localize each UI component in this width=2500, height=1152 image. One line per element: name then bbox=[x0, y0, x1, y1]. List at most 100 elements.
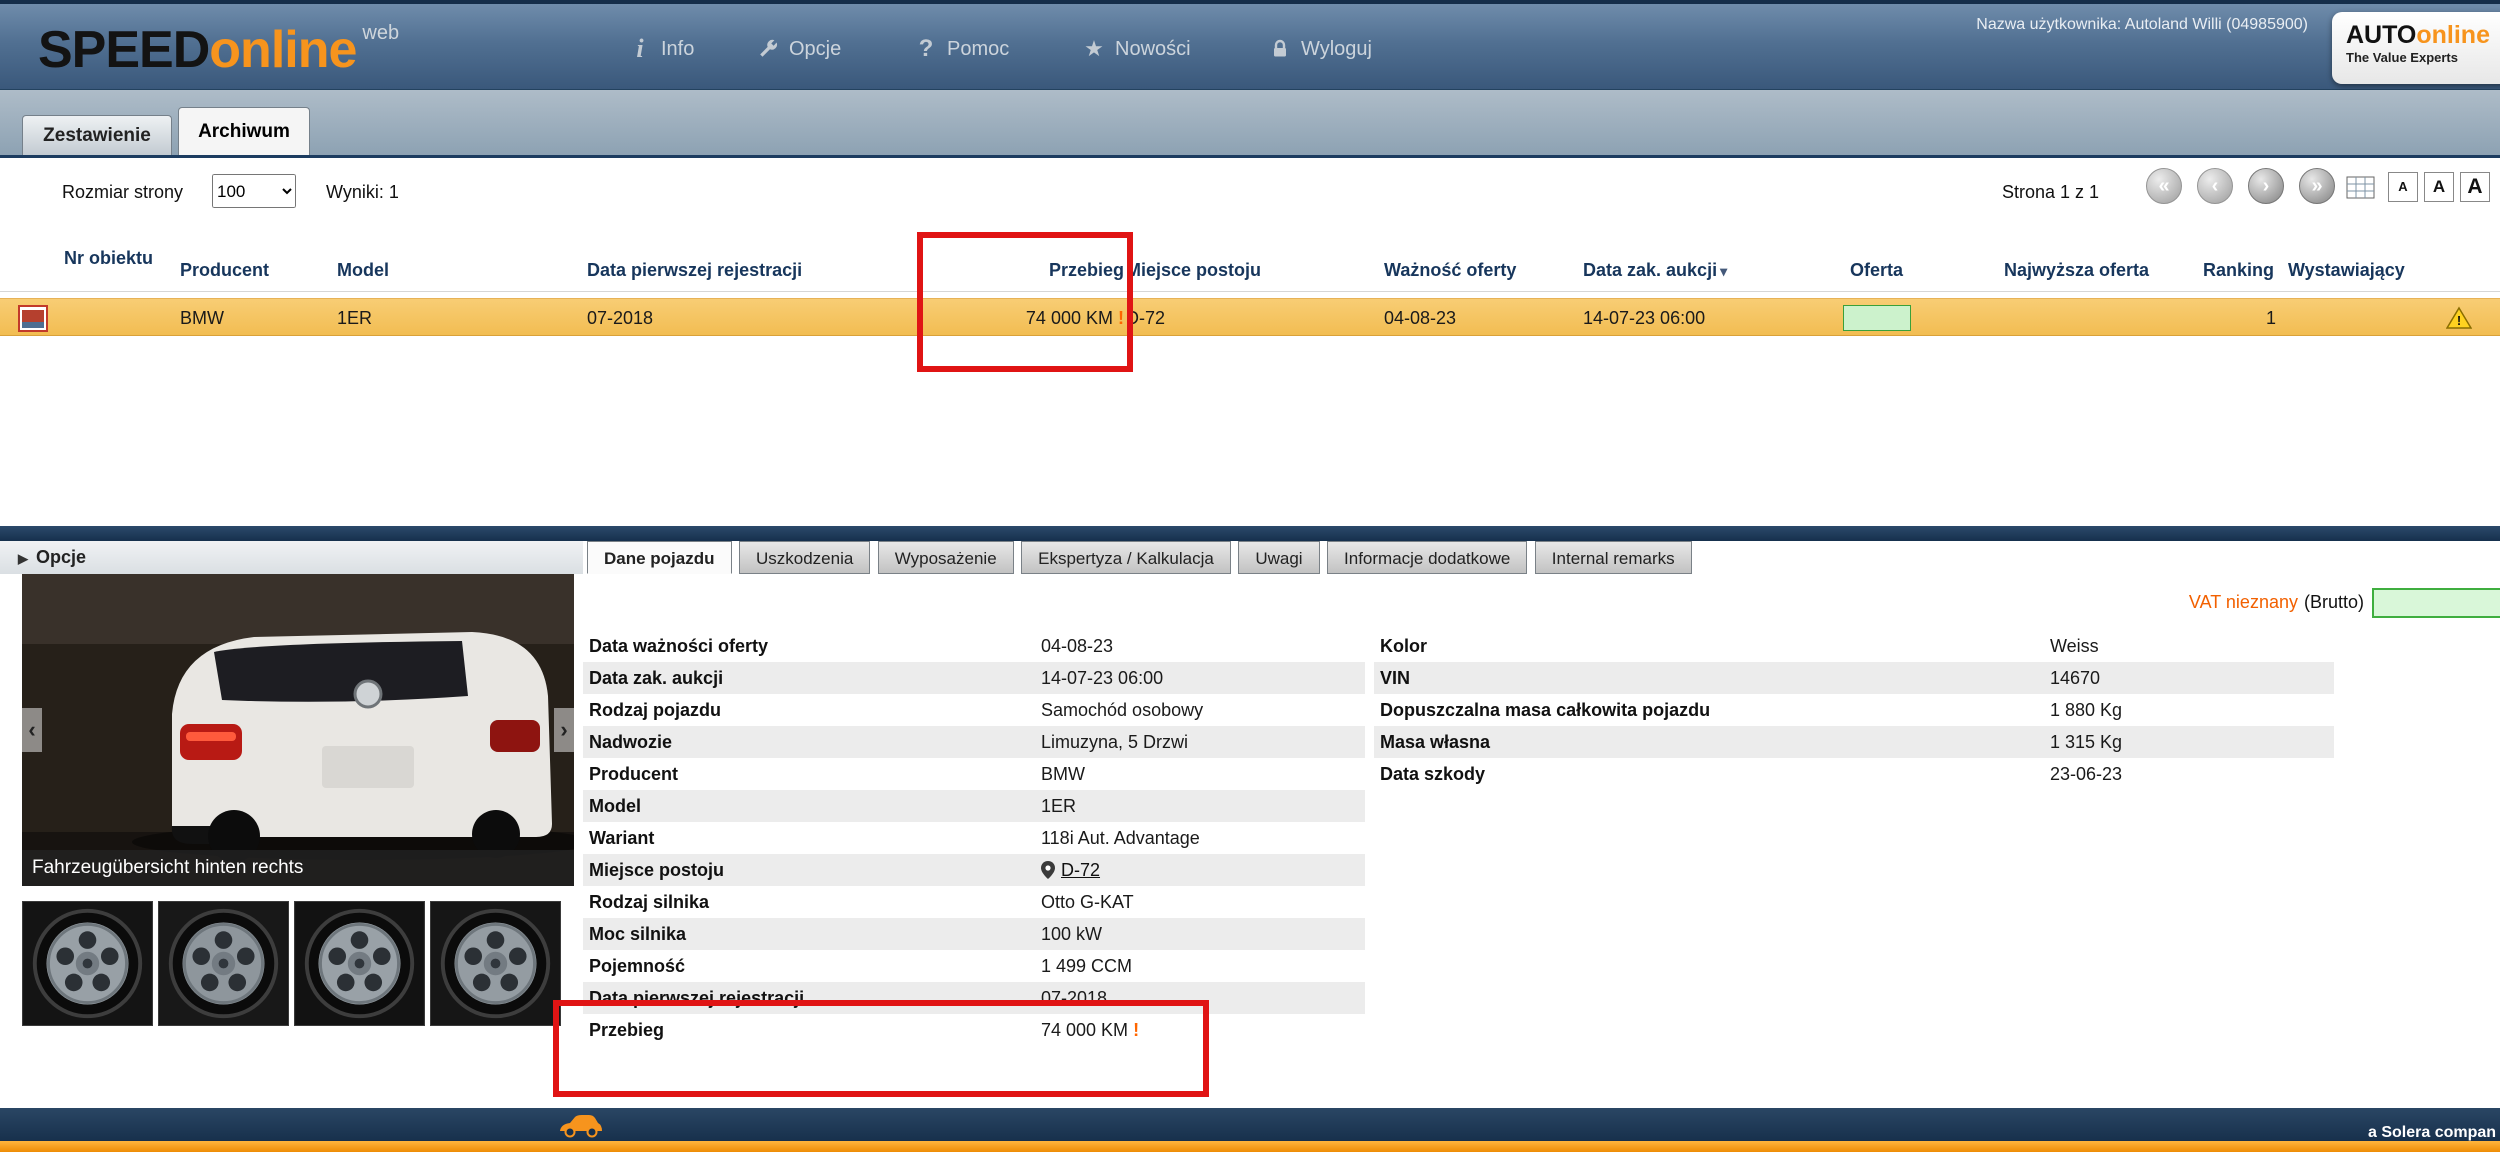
wheel-thumbnail[interactable] bbox=[22, 901, 153, 1026]
username-display: Nazwa użytkownika: Autoland Willi (04985… bbox=[1976, 16, 2308, 34]
detail-row: Wariant118i Aut. Advantage bbox=[583, 822, 1365, 854]
info-icon: i bbox=[628, 37, 652, 61]
logo-web-text: web bbox=[362, 22, 399, 44]
results-count: Wyniki: 1 bbox=[326, 182, 399, 203]
footer-bar bbox=[0, 1108, 2500, 1141]
car-icon bbox=[556, 1112, 604, 1143]
tab-uwagi[interactable]: Uwagi bbox=[1238, 541, 1319, 574]
nav-nowosci[interactable]: ★ Nowości bbox=[1082, 4, 1191, 94]
nav-info[interactable]: i Info bbox=[628, 4, 694, 94]
detail-row: Data zak. aukcji14-07-23 06:00 bbox=[583, 662, 1365, 694]
col-model[interactable]: Model bbox=[337, 260, 389, 281]
footer-orange-strip bbox=[0, 1141, 2500, 1152]
page-info: Strona 1 z 1 bbox=[2002, 182, 2099, 203]
wheel-thumbnail[interactable] bbox=[430, 901, 561, 1026]
detail-row: Model1ER bbox=[583, 790, 1365, 822]
col-miejsce-postoju[interactable]: Miejsce postoju bbox=[1126, 260, 1261, 281]
tab-uszkodzenia[interactable]: Uszkodzenia bbox=[739, 541, 870, 574]
nav-nowosci-label: Nowości bbox=[1115, 38, 1191, 61]
vat-green-box bbox=[2372, 588, 2500, 618]
detail-row: KolorWeiss bbox=[1374, 630, 2334, 662]
nav-pomoc[interactable]: ? Pomoc bbox=[914, 4, 1009, 94]
expand-arrow-icon: ▶ bbox=[18, 551, 28, 566]
col-waznosc-oferty[interactable]: Ważność oferty bbox=[1384, 260, 1516, 281]
detail-row: VIN14670 bbox=[1374, 662, 2334, 694]
opcje-panel-toggle[interactable]: ▶ Opcje bbox=[0, 541, 583, 574]
cell-waznosc-oferty: 04-08-23 bbox=[1384, 299, 1456, 337]
detail-row: Data ważności oferty04-08-23 bbox=[583, 630, 1365, 662]
cell-model: 1ER bbox=[337, 299, 372, 337]
font-size-medium-button[interactable]: A bbox=[2424, 172, 2454, 202]
vat-status: VAT nieznany (Brutto) bbox=[1900, 592, 2364, 613]
detail-row: Masa własna1 315 Kg bbox=[1374, 726, 2334, 758]
wrench-icon bbox=[756, 37, 780, 61]
last-page-button[interactable]: » bbox=[2299, 168, 2335, 204]
main-tab-band: Zestawienie Archiwum bbox=[0, 90, 2500, 158]
table-row[interactable]: BMW 1ER 07-2018 74 000 KM ! D-72 04-08-2… bbox=[0, 298, 2500, 336]
results-table-header: Nr obiektu Producent Model Data pierwsze… bbox=[0, 246, 2500, 292]
star-icon: ★ bbox=[1082, 37, 1106, 61]
sort-caret-icon: ▾ bbox=[1720, 263, 1727, 279]
col-data-zak-aukcji[interactable]: Data zak. aukcji▾ bbox=[1583, 260, 1727, 281]
autoonline-logo: AUTOonline The Value Experts bbox=[2332, 12, 2500, 84]
col-data-rejestracji[interactable]: Data pierwszej rejestracji bbox=[587, 260, 802, 281]
font-size-small-button[interactable]: A bbox=[2388, 172, 2418, 202]
tab-ekspertyza-kalkulacja[interactable]: Ekspertyza / Kalkulacja bbox=[1021, 541, 1231, 574]
tab-wyposazenie[interactable]: Wyposażenie bbox=[878, 541, 1014, 574]
detail-row-miejsce-postoju: Miejsce postoju D-72 bbox=[583, 854, 1365, 886]
next-page-button[interactable]: › bbox=[2248, 168, 2284, 204]
solera-company-text: a Solera compan bbox=[2368, 1124, 2496, 1142]
section-separator bbox=[0, 526, 2500, 541]
tab-internal-remarks[interactable]: Internal remarks bbox=[1535, 541, 1692, 574]
wheel-thumbnail[interactable] bbox=[294, 901, 425, 1026]
page-size-select[interactable]: 100 bbox=[212, 174, 296, 208]
oferta-input-box[interactable] bbox=[1843, 305, 1911, 331]
cell-data-zak-aukcji: 14-07-23 06:00 bbox=[1583, 299, 1705, 337]
vat-label: VAT nieznany bbox=[2189, 592, 2298, 612]
col-wystawiajacy[interactable]: Wystawiający bbox=[2288, 260, 2405, 281]
nav-pomoc-label: Pomoc bbox=[947, 38, 1009, 61]
photo-next-arrow[interactable]: › bbox=[554, 708, 574, 752]
cell-ranking: 1 bbox=[2150, 299, 2276, 337]
col-nr-obiektu[interactable]: Nr obiektu bbox=[64, 248, 164, 269]
nav-wyloguj[interactable]: Wyloguj bbox=[1268, 4, 1372, 94]
svg-text:!: ! bbox=[2457, 313, 2461, 328]
first-page-button[interactable]: « bbox=[2146, 168, 2182, 204]
detail-row: Data szkody23-06-23 bbox=[1374, 758, 2334, 790]
brand-online-text: online bbox=[2416, 21, 2490, 49]
miejsce-postoju-link[interactable]: D-72 bbox=[1061, 860, 1100, 880]
detail-row: Dopuszczalna masa całkowita pojazdu1 880… bbox=[1374, 694, 2334, 726]
top-bar: SPEEDonlineweb i Info Opcje ? Pomoc ★ No… bbox=[0, 0, 2500, 90]
col-najwyzsza-oferta[interactable]: Najwyższa oferta bbox=[2004, 260, 2149, 281]
brand-tagline: The Value Experts bbox=[2346, 50, 2500, 65]
font-size-large-button[interactable]: A bbox=[2460, 172, 2490, 202]
tab-zestawienie[interactable]: Zestawienie bbox=[22, 115, 172, 155]
nav-info-label: Info bbox=[661, 38, 694, 61]
wheel-thumbnail[interactable] bbox=[158, 901, 289, 1026]
warning-triangle-icon[interactable]: ! bbox=[2446, 306, 2472, 330]
photo-prev-arrow[interactable]: ‹ bbox=[22, 708, 42, 752]
location-pin-icon bbox=[1041, 861, 1055, 879]
detail-row: Pojemność1 499 CCM bbox=[583, 950, 1365, 982]
nav-opcje-label: Opcje bbox=[789, 38, 841, 61]
annotation-box-przebieg-detail bbox=[553, 1000, 1209, 1097]
tab-informacje-dodatkowe[interactable]: Informacje dodatkowe bbox=[1327, 541, 1527, 574]
tab-dane-pojazdu[interactable]: Dane pojazdu bbox=[587, 541, 732, 574]
col-ranking[interactable]: Ranking bbox=[2203, 260, 2274, 281]
detail-tab-bar: Dane pojazdu Uszkodzenia Wyposażenie Eks… bbox=[587, 541, 1695, 574]
col-oferta[interactable]: Oferta bbox=[1850, 260, 1903, 281]
nav-wyloguj-label: Wyloguj bbox=[1301, 38, 1372, 61]
nav-opcje[interactable]: Opcje bbox=[756, 4, 841, 94]
lock-icon bbox=[1268, 37, 1292, 61]
opcje-label: Opcje bbox=[36, 547, 86, 567]
logo-online-text: online bbox=[209, 21, 356, 79]
col-producent[interactable]: Producent bbox=[180, 260, 269, 281]
row-photo-thumbnail[interactable] bbox=[18, 305, 48, 332]
export-csv-icon[interactable] bbox=[2346, 174, 2376, 201]
prev-page-button[interactable]: ‹ bbox=[2197, 168, 2233, 204]
detail-row: Moc silnika100 kW bbox=[583, 918, 1365, 950]
detail-row: Rodzaj pojazduSamochód osobowy bbox=[583, 694, 1365, 726]
vehicle-photo[interactable]: ‹ › Fahrzeugübersicht hinten rechts bbox=[22, 574, 574, 886]
vat-brutto-label: (Brutto) bbox=[2304, 592, 2364, 612]
tab-archiwum[interactable]: Archiwum bbox=[178, 107, 310, 155]
